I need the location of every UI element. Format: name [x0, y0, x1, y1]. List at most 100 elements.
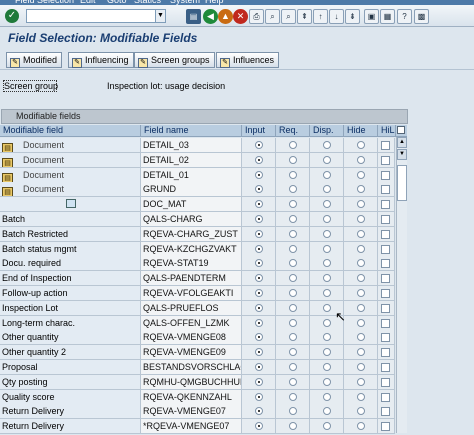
- hide-radio[interactable]: [357, 377, 365, 386]
- table-row[interactable]: Batch Restricted RQEVA-CHARG_ZUST: [0, 226, 395, 242]
- hide-radio[interactable]: [357, 215, 365, 223]
- hide-radio[interactable]: [357, 200, 365, 209]
- req-radio[interactable]: [289, 392, 297, 401]
- disp-radio[interactable]: [323, 259, 331, 268]
- modified-button[interactable]: ✎ Modified: [6, 52, 63, 68]
- req-radio[interactable]: [289, 155, 297, 164]
- next-page-icon[interactable]: ↓: [329, 9, 344, 24]
- input-radio[interactable]: [255, 185, 263, 194]
- table-row[interactable]: Return Delivery *RQEVA-VMENGE07: [0, 419, 395, 435]
- table-row[interactable]: Quality score RQEVA-QKENNZAHL: [0, 389, 395, 405]
- table-row[interactable]: Batch status mgmt RQEVA-KZCHGZVAKT: [0, 241, 395, 257]
- exit-icon[interactable]: ▲: [218, 9, 233, 24]
- hide-radio[interactable]: [357, 170, 365, 179]
- back-icon[interactable]: ◀: [203, 9, 218, 24]
- input-radio[interactable]: [255, 155, 263, 164]
- req-radio[interactable]: [289, 141, 297, 149]
- input-radio[interactable]: [255, 274, 263, 283]
- scroll-down-icon[interactable]: ▼: [397, 149, 407, 160]
- column-header-req[interactable]: Req.: [276, 125, 310, 137]
- find-next-icon[interactable]: ⌕: [281, 9, 296, 24]
- disp-radio[interactable]: [323, 244, 331, 253]
- new-session-icon[interactable]: ▣: [364, 9, 379, 24]
- column-header-disp[interactable]: Disp.: [310, 125, 344, 137]
- input-radio[interactable]: [255, 259, 263, 268]
- hide-radio[interactable]: [357, 141, 365, 149]
- req-radio[interactable]: [289, 185, 297, 194]
- disp-radio[interactable]: [323, 229, 331, 238]
- hili-checkbox[interactable]: [381, 422, 390, 432]
- table-row[interactable]: Proposal BESTANDSVORSCHLAG: [0, 360, 395, 375]
- req-radio[interactable]: [289, 274, 297, 283]
- disp-radio[interactable]: [323, 274, 331, 283]
- req-radio[interactable]: [289, 289, 297, 297]
- disp-radio[interactable]: [323, 407, 331, 416]
- disp-radio[interactable]: [323, 377, 331, 386]
- disp-radio[interactable]: [323, 363, 331, 371]
- table-row[interactable]: Batch QALS-CHARG: [0, 212, 395, 227]
- table-row[interactable]: Return Delivery RQEVA-VMENGE07: [0, 404, 395, 420]
- hili-checkbox[interactable]: [381, 141, 390, 150]
- table-row[interactable]: Other quantity 2 RQEVA-VMENGE09: [0, 345, 395, 361]
- command-field[interactable]: [26, 9, 156, 23]
- req-radio[interactable]: [289, 229, 297, 238]
- req-radio[interactable]: [289, 259, 297, 268]
- hili-checkbox[interactable]: [381, 244, 390, 254]
- disp-radio[interactable]: [323, 303, 331, 312]
- hili-checkbox[interactable]: [381, 407, 390, 417]
- previous-page-icon[interactable]: ↑: [313, 9, 328, 24]
- hide-radio[interactable]: [357, 333, 365, 342]
- hili-checkbox[interactable]: [381, 363, 390, 372]
- req-radio[interactable]: [289, 363, 297, 371]
- table-row[interactable]: Follow-up action RQEVA-VFOLGEAKTI: [0, 286, 395, 301]
- shortcut-icon[interactable]: ▦: [380, 9, 395, 24]
- disp-radio[interactable]: [323, 185, 331, 194]
- disp-radio[interactable]: [323, 392, 331, 401]
- hide-radio[interactable]: [357, 185, 365, 194]
- table-row[interactable]: ▤ Document DETAIL_01: [0, 167, 395, 183]
- table-row[interactable]: Docu. required RQEVA-STAT19: [0, 256, 395, 272]
- req-radio[interactable]: [289, 303, 297, 312]
- scroll-up-icon[interactable]: ▲: [397, 137, 407, 148]
- hide-radio[interactable]: [357, 289, 365, 297]
- screen-group-button[interactable]: Screen group: [3, 80, 58, 92]
- input-radio[interactable]: [255, 141, 263, 149]
- hili-checkbox[interactable]: [381, 318, 390, 328]
- hili-checkbox[interactable]: [381, 274, 390, 284]
- hili-checkbox[interactable]: [381, 200, 390, 210]
- req-radio[interactable]: [289, 318, 297, 327]
- hili-checkbox[interactable]: [381, 170, 390, 180]
- hili-checkbox[interactable]: [381, 215, 390, 224]
- hide-radio[interactable]: [357, 155, 365, 164]
- input-radio[interactable]: [255, 377, 263, 386]
- table-row[interactable]: Qty posting RQMHU-QMGBUCHHUM: [0, 374, 395, 390]
- hide-radio[interactable]: [357, 274, 365, 283]
- column-header-hide[interactable]: Hide: [344, 125, 378, 137]
- hide-radio[interactable]: [357, 259, 365, 268]
- input-radio[interactable]: [255, 407, 263, 416]
- hili-checkbox[interactable]: [381, 185, 390, 195]
- cancel-icon[interactable]: ✕: [233, 9, 248, 24]
- input-radio[interactable]: [255, 392, 263, 401]
- column-header-input[interactable]: Input: [242, 125, 276, 137]
- hide-radio[interactable]: [357, 363, 365, 371]
- first-page-icon[interactable]: ⇞: [297, 9, 312, 24]
- screen-groups-button[interactable]: ✎ Screen groups: [134, 52, 215, 68]
- req-radio[interactable]: [289, 244, 297, 253]
- req-radio[interactable]: [289, 200, 297, 209]
- disp-radio[interactable]: [323, 141, 331, 149]
- input-radio[interactable]: [255, 363, 263, 371]
- hili-checkbox[interactable]: [381, 303, 390, 313]
- disp-radio[interactable]: [323, 155, 331, 164]
- table-row[interactable]: ▤ Document DETAIL_02: [0, 152, 395, 168]
- hili-checkbox[interactable]: [381, 333, 390, 343]
- hili-checkbox[interactable]: [381, 392, 390, 402]
- input-radio[interactable]: [255, 229, 263, 238]
- table-row[interactable]: DOC_MAT: [0, 197, 395, 213]
- input-radio[interactable]: [255, 289, 263, 297]
- input-radio[interactable]: [255, 200, 263, 209]
- req-radio[interactable]: [289, 407, 297, 416]
- enter-icon[interactable]: ✓: [5, 9, 19, 23]
- help-icon[interactable]: ?: [397, 9, 412, 24]
- input-radio[interactable]: [255, 333, 263, 342]
